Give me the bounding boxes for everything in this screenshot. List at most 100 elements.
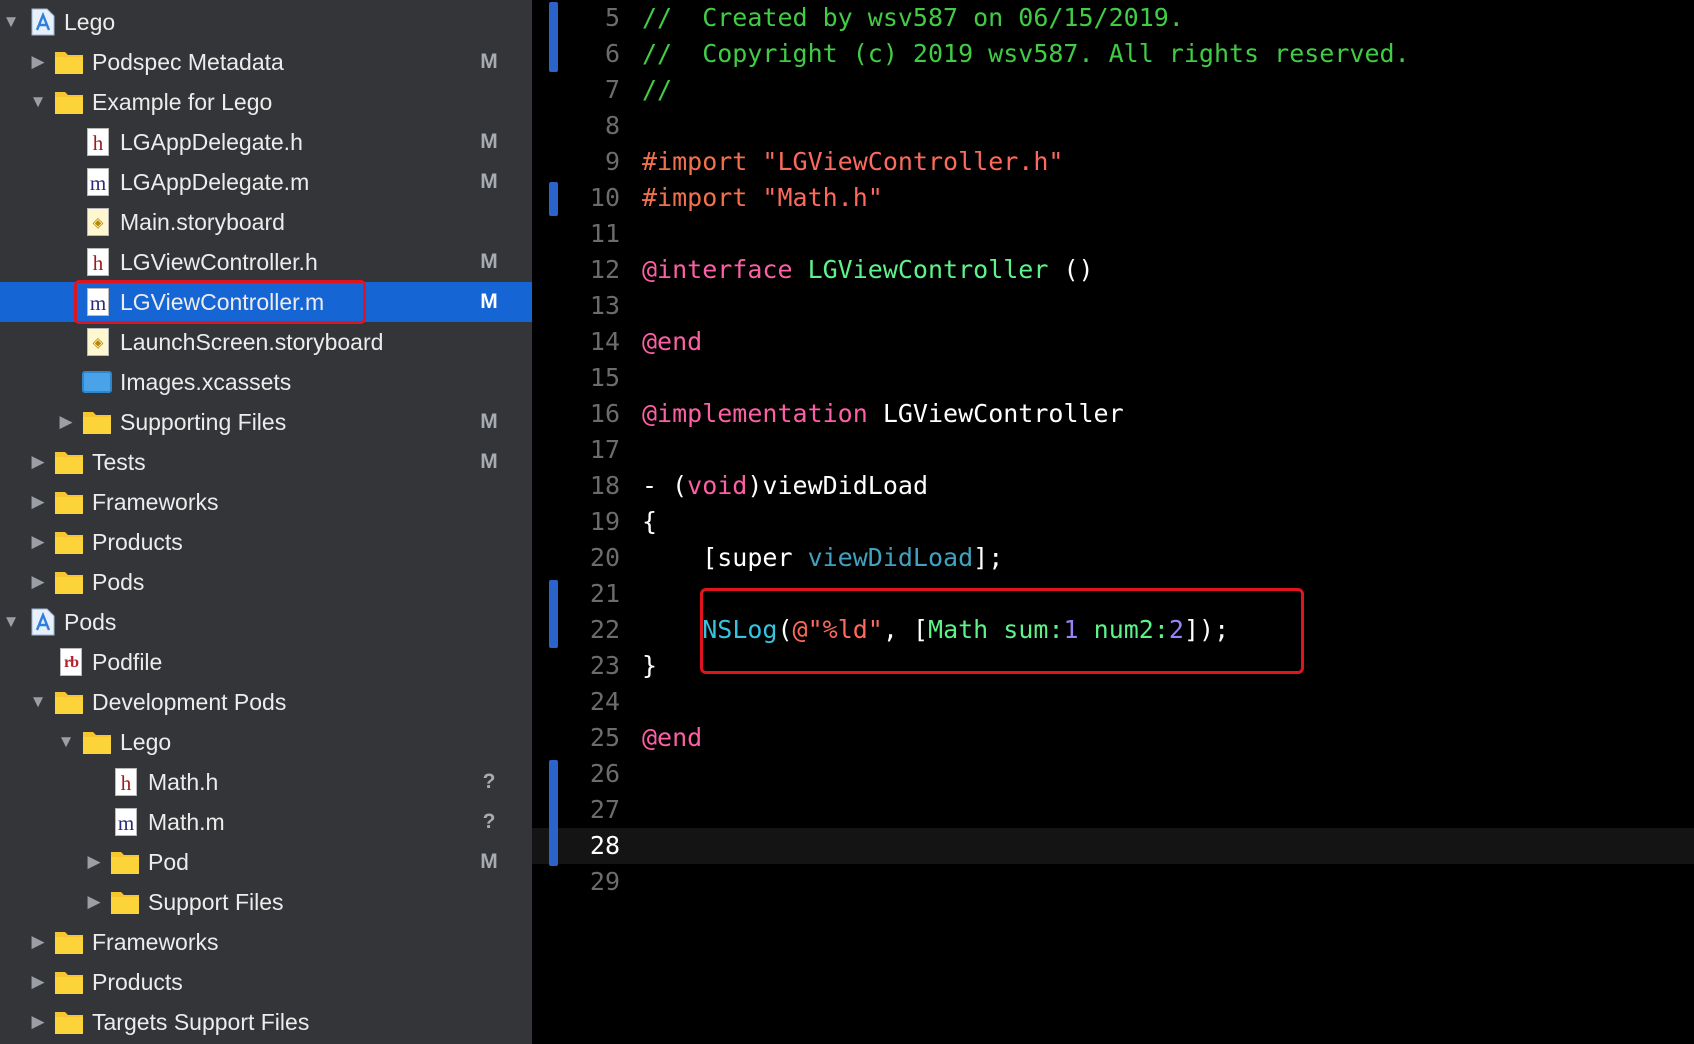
- line-number: 22: [589, 615, 620, 644]
- disclosure-closed-icon[interactable]: ▶: [27, 1002, 49, 1042]
- nav-row-development-pods[interactable]: ▼ Development Pods: [0, 682, 532, 722]
- disclosure-closed-icon[interactable]: ▶: [27, 922, 49, 962]
- nav-row-supporting-files[interactable]: ▶ Supporting Files M: [0, 402, 532, 442]
- code-line[interactable]: 24: [532, 684, 1694, 720]
- disclosure-open-icon[interactable]: ▼: [55, 722, 77, 762]
- code-line[interactable]: 10 #import "Math.h": [532, 180, 1694, 216]
- line-text[interactable]: {: [642, 504, 657, 540]
- code-line[interactable]: 15: [532, 360, 1694, 396]
- line-text[interactable]: @interface LGViewController (): [642, 252, 1094, 288]
- nav-row-podfile[interactable]: rb Podfile: [0, 642, 532, 682]
- disclosure-open-icon[interactable]: ▼: [0, 602, 22, 642]
- disclosure-closed-icon[interactable]: ▶: [27, 42, 49, 82]
- code-line[interactable]: 7 //: [532, 72, 1694, 108]
- line-text[interactable]: // Created by wsv587 on 06/15/2019.: [642, 0, 1184, 36]
- code-line[interactable]: 25 @end: [532, 720, 1694, 756]
- nav-row-lgviewcontroller-h[interactable]: h LGViewController.h M: [0, 242, 532, 282]
- nav-row-example-for-lego[interactable]: ▼ Example for Lego: [0, 82, 532, 122]
- line-text[interactable]: @end: [642, 720, 702, 756]
- folder-icon: [54, 528, 84, 556]
- line-text[interactable]: }: [642, 648, 657, 684]
- code-line[interactable]: 27: [532, 792, 1694, 828]
- disclosure-closed-icon[interactable]: ▶: [83, 882, 105, 922]
- line-text[interactable]: #import "LGViewController.h": [642, 144, 1063, 180]
- nav-row-math-h[interactable]: h Math.h ?: [0, 762, 532, 802]
- nav-row-frameworks[interactable]: ▶ Frameworks: [0, 482, 532, 522]
- code-line[interactable]: 11: [532, 216, 1694, 252]
- code-line[interactable]: 29: [532, 864, 1694, 900]
- disclosure-closed-icon[interactable]: ▶: [27, 962, 49, 1002]
- code-line[interactable]: 12 @interface LGViewController (): [532, 252, 1694, 288]
- disclosure-closed-icon[interactable]: ▶: [27, 562, 49, 602]
- code-line[interactable]: 20 [super viewDidLoad];: [532, 540, 1694, 576]
- code-token: )viewDidLoad: [747, 471, 928, 500]
- nav-row-lgappdelegate-h[interactable]: h LGAppDelegate.h M: [0, 122, 532, 162]
- code-line[interactable]: 14 @end: [532, 324, 1694, 360]
- code-line[interactable]: 13: [532, 288, 1694, 324]
- nav-row-launchscreen-storyboard[interactable]: ◈ LaunchScreen.storyboard: [0, 322, 532, 362]
- line-number: 15: [589, 363, 620, 392]
- code-line[interactable]: 16 @implementation LGViewController: [532, 396, 1694, 432]
- code-line[interactable]: 26: [532, 756, 1694, 792]
- line-text[interactable]: //: [642, 72, 672, 108]
- project-icon: [30, 8, 60, 36]
- nav-row-label: LaunchScreen.storyboard: [120, 329, 384, 355]
- nav-row-lego-project[interactable]: ▼ Lego: [0, 2, 532, 42]
- nav-row-lgappdelegate-m[interactable]: m LGAppDelegate.m M: [0, 162, 532, 202]
- disclosure-closed-icon[interactable]: ▶: [83, 842, 105, 882]
- code-line[interactable]: 19 {: [532, 504, 1694, 540]
- source-control-status: [474, 482, 504, 522]
- code-line[interactable]: 28: [532, 828, 1694, 864]
- source-control-status: [474, 602, 504, 642]
- nav-row-pod[interactable]: ▶ Pod M: [0, 842, 532, 882]
- code-line[interactable]: 5 // Created by wsv587 on 06/15/2019.: [532, 0, 1694, 36]
- code-line[interactable]: 17: [532, 432, 1694, 468]
- code-line[interactable]: 18 - (void)viewDidLoad: [532, 468, 1694, 504]
- line-text[interactable]: @implementation LGViewController: [642, 396, 1124, 432]
- code-line[interactable]: 8: [532, 108, 1694, 144]
- nav-row-pods-group[interactable]: ▶ Pods: [0, 562, 532, 602]
- implementation-file-icon: m: [87, 168, 109, 196]
- project-navigator[interactable]: ▼ Lego ▶ Podspec Metadata M ▼ Example fo…: [0, 0, 532, 1044]
- code-line[interactable]: 9 #import "LGViewController.h": [532, 144, 1694, 180]
- line-number: 28: [589, 831, 620, 860]
- nav-row-pods-project[interactable]: ▼ Pods: [0, 602, 532, 642]
- nav-row-lego-pod[interactable]: ▼ Lego: [0, 722, 532, 762]
- disclosure-closed-icon[interactable]: ▶: [55, 402, 77, 442]
- source-control-status: [474, 922, 504, 962]
- asset-catalog-icon: [82, 371, 112, 393]
- nav-row-pods-frameworks[interactable]: ▶ Frameworks: [0, 922, 532, 962]
- nav-row-label: Math.m: [148, 809, 225, 835]
- line-number: 13: [589, 291, 620, 320]
- line-text[interactable]: - (void)viewDidLoad: [642, 468, 928, 504]
- nav-row-label: LGAppDelegate.m: [120, 169, 310, 195]
- nav-row-pods-products[interactable]: ▶ Products: [0, 962, 532, 1002]
- nav-row-math-m[interactable]: m Math.m ?: [0, 802, 532, 842]
- nav-row-targets-support-files[interactable]: ▶ Targets Support Files: [0, 1002, 532, 1042]
- line-text[interactable]: @end: [642, 324, 702, 360]
- nav-row-support-files[interactable]: ▶ Support Files: [0, 882, 532, 922]
- selection-highlight-box: [74, 280, 366, 324]
- source-control-status: M: [480, 450, 498, 473]
- nav-row-label: Pods: [64, 609, 117, 635]
- line-text[interactable]: [super viewDidLoad];: [642, 540, 1003, 576]
- disclosure-closed-icon[interactable]: ▶: [27, 522, 49, 562]
- disclosure-open-icon[interactable]: ▼: [27, 82, 49, 122]
- source-control-status: ?: [482, 810, 496, 833]
- disclosure-open-icon[interactable]: ▼: [0, 2, 22, 42]
- nav-row-products[interactable]: ▶ Products: [0, 522, 532, 562]
- line-text[interactable]: // Copyright (c) 2019 wsv587. All rights…: [642, 36, 1410, 72]
- nav-row-label: Podfile: [92, 649, 163, 675]
- code-line[interactable]: 6 // Copyright (c) 2019 wsv587. All right…: [532, 36, 1694, 72]
- nav-row-images-xcassets[interactable]: Images.xcassets: [0, 362, 532, 402]
- disclosure-closed-icon[interactable]: ▶: [27, 442, 49, 482]
- line-number: 27: [589, 795, 620, 824]
- source-editor[interactable]: 5 // Created by wsv587 on 06/15/2019. 6 // …: [532, 0, 1694, 1044]
- nav-row-main-storyboard[interactable]: ◈ Main.storyboard: [0, 202, 532, 242]
- disclosure-closed-icon[interactable]: ▶: [27, 482, 49, 522]
- nav-row-podspec-metadata[interactable]: ▶ Podspec Metadata M: [0, 42, 532, 82]
- line-text[interactable]: #import "Math.h": [642, 180, 883, 216]
- line-number: 17: [589, 435, 620, 464]
- disclosure-open-icon[interactable]: ▼: [27, 682, 49, 722]
- nav-row-tests[interactable]: ▶ Tests M: [0, 442, 532, 482]
